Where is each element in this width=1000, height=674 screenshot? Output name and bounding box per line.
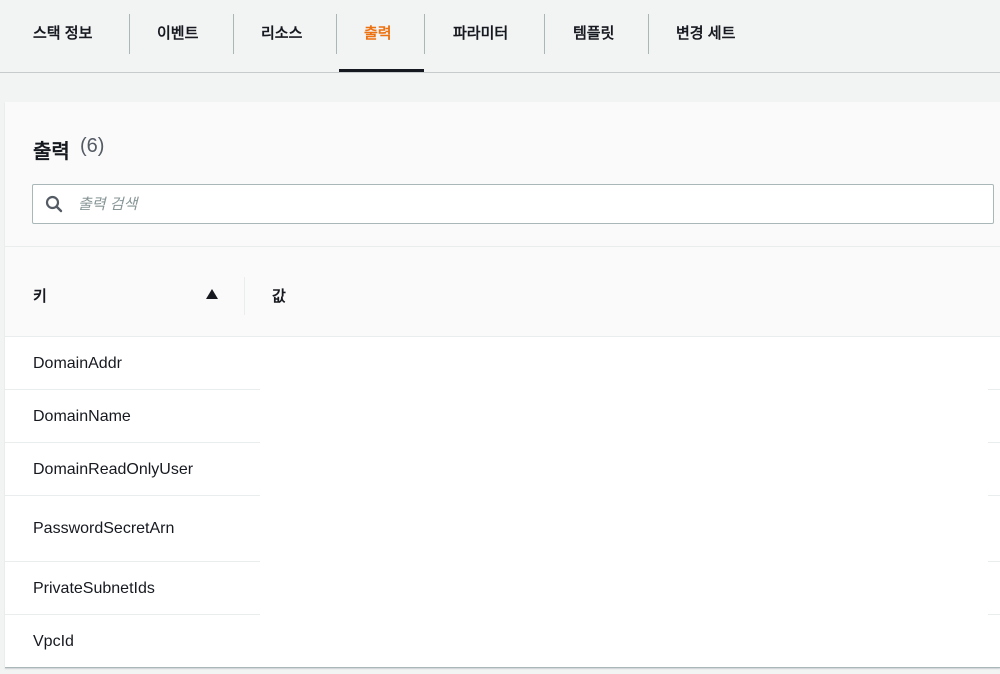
- tab-separator: [424, 14, 425, 54]
- panel-header: 출력 (6): [5, 102, 1000, 247]
- tab-separator: [336, 14, 337, 54]
- tab-stack-info[interactable]: 스택 정보: [33, 12, 92, 56]
- column-header-key[interactable]: 키: [33, 285, 47, 306]
- table-row: VpcId: [5, 615, 1000, 667]
- tab-resources[interactable]: 리소스: [261, 12, 302, 56]
- tab-separator: [648, 14, 649, 54]
- tab-outputs[interactable]: 출력: [364, 12, 392, 56]
- table-row: PasswordSecretArn: [5, 496, 1000, 562]
- caret-up-icon[interactable]: [205, 287, 219, 299]
- search-icon: [45, 195, 63, 213]
- column-header-value: 값: [272, 288, 286, 305]
- output-key: PasswordSecretArn: [33, 520, 175, 537]
- tab-template[interactable]: 템플릿: [573, 12, 614, 56]
- tab-separator: [129, 14, 130, 54]
- output-key: DomainAddr: [33, 355, 122, 372]
- table-row: DomainName: [5, 390, 1000, 443]
- tab-separator: [544, 14, 545, 54]
- tab-events[interactable]: 이벤트: [157, 12, 198, 56]
- tab-parameters[interactable]: 파라미터: [453, 12, 508, 56]
- output-key: DomainReadOnlyUser: [33, 461, 194, 478]
- search-box[interactable]: [32, 184, 994, 224]
- tab-separator: [233, 14, 234, 54]
- table-row: DomainReadOnlyUser: [5, 443, 1000, 496]
- output-key: PrivateSubnetIds: [33, 580, 155, 597]
- panel-title: 출력: [33, 141, 70, 163]
- output-key: DomainName: [33, 408, 131, 425]
- tab-bar: 스택 정보 이벤트 리소스 출력 파라미터 템플릿 변경 세트: [0, 0, 1000, 73]
- table-row: DomainAddr: [5, 337, 1000, 390]
- output-key: VpcId: [33, 633, 74, 650]
- outputs-panel: 출력 (6) 키 값 DomainAddr DomainName: [5, 102, 1000, 668]
- tab-change-sets[interactable]: 변경 세트: [676, 12, 735, 56]
- table-header: 키 값: [5, 247, 1000, 337]
- active-tab-indicator: [339, 69, 424, 72]
- panel-count: (6): [80, 135, 105, 157]
- search-input[interactable]: [78, 190, 978, 218]
- table-row: PrivateSubnetIds: [5, 562, 1000, 615]
- column-divider: [244, 277, 245, 315]
